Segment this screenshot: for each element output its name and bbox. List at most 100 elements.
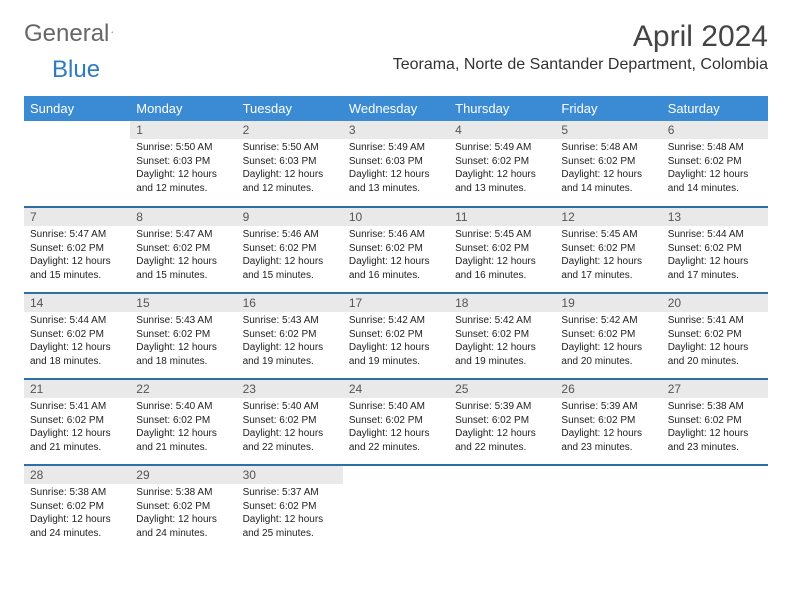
calendar-day-cell: 29Sunrise: 5:38 AMSunset: 6:02 PMDayligh… [130, 465, 236, 551]
calendar-day-cell: 21Sunrise: 5:41 AMSunset: 6:02 PMDayligh… [24, 379, 130, 465]
day-number: 27 [662, 380, 768, 398]
day-details: Sunrise: 5:49 AMSunset: 6:03 PMDaylight:… [343, 139, 449, 199]
day-details: Sunrise: 5:48 AMSunset: 6:02 PMDaylight:… [662, 139, 768, 199]
sunrise-text: Sunrise: 5:40 AM [243, 400, 337, 414]
daylight-text: Daylight: 12 hours and 18 minutes. [136, 341, 230, 368]
day-number: 9 [237, 208, 343, 226]
day-number: 13 [662, 208, 768, 226]
daylight-text: Daylight: 12 hours and 15 minutes. [136, 255, 230, 282]
sunset-text: Sunset: 6:02 PM [561, 328, 655, 342]
day-number: 3 [343, 121, 449, 139]
sunset-text: Sunset: 6:02 PM [349, 414, 443, 428]
page-title: April 2024 [393, 20, 768, 54]
sunrise-text: Sunrise: 5:43 AM [136, 314, 230, 328]
calendar-day-cell: 16Sunrise: 5:43 AMSunset: 6:02 PMDayligh… [237, 293, 343, 379]
sunrise-text: Sunrise: 5:47 AM [30, 228, 124, 242]
day-number: 7 [24, 208, 130, 226]
triangle-icon [111, 23, 114, 41]
sunset-text: Sunset: 6:02 PM [349, 242, 443, 256]
day-number: 25 [449, 380, 555, 398]
day-number: 26 [555, 380, 661, 398]
daylight-text: Daylight: 12 hours and 19 minutes. [455, 341, 549, 368]
sunset-text: Sunset: 6:02 PM [136, 242, 230, 256]
day-number: 2 [237, 121, 343, 139]
sunrise-text: Sunrise: 5:39 AM [455, 400, 549, 414]
sunrise-text: Sunrise: 5:42 AM [349, 314, 443, 328]
sunset-text: Sunset: 6:02 PM [455, 414, 549, 428]
day-details: Sunrise: 5:38 AMSunset: 6:02 PMDaylight:… [24, 484, 130, 544]
sunset-text: Sunset: 6:02 PM [561, 242, 655, 256]
sunrise-text: Sunrise: 5:40 AM [349, 400, 443, 414]
day-details: Sunrise: 5:49 AMSunset: 6:02 PMDaylight:… [449, 139, 555, 199]
brand-part1: General [24, 20, 109, 48]
calendar-day-cell: 20Sunrise: 5:41 AMSunset: 6:02 PMDayligh… [662, 293, 768, 379]
day-details: Sunrise: 5:46 AMSunset: 6:02 PMDaylight:… [237, 226, 343, 286]
sunset-text: Sunset: 6:02 PM [243, 242, 337, 256]
weekday-header: Sunday [24, 96, 130, 121]
sunrise-text: Sunrise: 5:50 AM [243, 141, 337, 155]
daylight-text: Daylight: 12 hours and 14 minutes. [668, 168, 762, 195]
calendar-day-cell: 13Sunrise: 5:44 AMSunset: 6:02 PMDayligh… [662, 207, 768, 293]
daylight-text: Daylight: 12 hours and 24 minutes. [136, 513, 230, 540]
day-details: Sunrise: 5:41 AMSunset: 6:02 PMDaylight:… [662, 312, 768, 372]
day-number: 8 [130, 208, 236, 226]
sunset-text: Sunset: 6:02 PM [243, 328, 337, 342]
calendar-day-cell: 5Sunrise: 5:48 AMSunset: 6:02 PMDaylight… [555, 121, 661, 207]
daylight-text: Daylight: 12 hours and 20 minutes. [561, 341, 655, 368]
day-details: Sunrise: 5:47 AMSunset: 6:02 PMDaylight:… [24, 226, 130, 286]
calendar-day-cell [24, 121, 130, 207]
calendar-day-cell [662, 465, 768, 551]
daylight-text: Daylight: 12 hours and 20 minutes. [668, 341, 762, 368]
day-number: 28 [24, 466, 130, 484]
day-number: 23 [237, 380, 343, 398]
day-details: Sunrise: 5:40 AMSunset: 6:02 PMDaylight:… [343, 398, 449, 458]
daylight-text: Daylight: 12 hours and 15 minutes. [243, 255, 337, 282]
calendar-day-cell: 19Sunrise: 5:42 AMSunset: 6:02 PMDayligh… [555, 293, 661, 379]
day-details: Sunrise: 5:45 AMSunset: 6:02 PMDaylight:… [555, 226, 661, 286]
calendar-week-row: 1Sunrise: 5:50 AMSunset: 6:03 PMDaylight… [24, 121, 768, 207]
weekday-header: Monday [130, 96, 236, 121]
sunrise-text: Sunrise: 5:38 AM [136, 486, 230, 500]
sunrise-text: Sunrise: 5:46 AM [349, 228, 443, 242]
calendar-day-cell: 12Sunrise: 5:45 AMSunset: 6:02 PMDayligh… [555, 207, 661, 293]
calendar-day-cell: 17Sunrise: 5:42 AMSunset: 6:02 PMDayligh… [343, 293, 449, 379]
sunrise-text: Sunrise: 5:41 AM [668, 314, 762, 328]
sunrise-text: Sunrise: 5:49 AM [349, 141, 443, 155]
day-details: Sunrise: 5:44 AMSunset: 6:02 PMDaylight:… [662, 226, 768, 286]
sunrise-text: Sunrise: 5:40 AM [136, 400, 230, 414]
daylight-text: Daylight: 12 hours and 17 minutes. [668, 255, 762, 282]
sunset-text: Sunset: 6:02 PM [30, 414, 124, 428]
day-number: 10 [343, 208, 449, 226]
sunrise-text: Sunrise: 5:44 AM [30, 314, 124, 328]
daylight-text: Daylight: 12 hours and 25 minutes. [243, 513, 337, 540]
weekday-header: Wednesday [343, 96, 449, 121]
day-number: 6 [662, 121, 768, 139]
day-number: 5 [555, 121, 661, 139]
calendar-day-cell: 27Sunrise: 5:38 AMSunset: 6:02 PMDayligh… [662, 379, 768, 465]
title-block: April 2024 Teorama, Norte de Santander D… [393, 20, 768, 74]
day-number: 12 [555, 208, 661, 226]
sunrise-text: Sunrise: 5:38 AM [668, 400, 762, 414]
daylight-text: Daylight: 12 hours and 22 minutes. [243, 427, 337, 454]
day-details: Sunrise: 5:46 AMSunset: 6:02 PMDaylight:… [343, 226, 449, 286]
sunset-text: Sunset: 6:02 PM [30, 242, 124, 256]
day-details: Sunrise: 5:42 AMSunset: 6:02 PMDaylight:… [449, 312, 555, 372]
sunset-text: Sunset: 6:03 PM [136, 155, 230, 169]
day-number: 14 [24, 294, 130, 312]
day-details: Sunrise: 5:50 AMSunset: 6:03 PMDaylight:… [130, 139, 236, 199]
day-number: 4 [449, 121, 555, 139]
sunrise-text: Sunrise: 5:49 AM [455, 141, 549, 155]
sunset-text: Sunset: 6:02 PM [136, 328, 230, 342]
sunset-text: Sunset: 6:02 PM [243, 500, 337, 514]
day-details: Sunrise: 5:48 AMSunset: 6:02 PMDaylight:… [555, 139, 661, 199]
daylight-text: Daylight: 12 hours and 14 minutes. [561, 168, 655, 195]
calendar-day-cell: 10Sunrise: 5:46 AMSunset: 6:02 PMDayligh… [343, 207, 449, 293]
calendar-table: SundayMondayTuesdayWednesdayThursdayFrid… [24, 96, 768, 551]
sunset-text: Sunset: 6:02 PM [349, 328, 443, 342]
day-details: Sunrise: 5:42 AMSunset: 6:02 PMDaylight:… [555, 312, 661, 372]
day-number: 15 [130, 294, 236, 312]
daylight-text: Daylight: 12 hours and 12 minutes. [136, 168, 230, 195]
calendar-day-cell: 22Sunrise: 5:40 AMSunset: 6:02 PMDayligh… [130, 379, 236, 465]
calendar-day-cell: 9Sunrise: 5:46 AMSunset: 6:02 PMDaylight… [237, 207, 343, 293]
weekday-header-row: SundayMondayTuesdayWednesdayThursdayFrid… [24, 96, 768, 121]
